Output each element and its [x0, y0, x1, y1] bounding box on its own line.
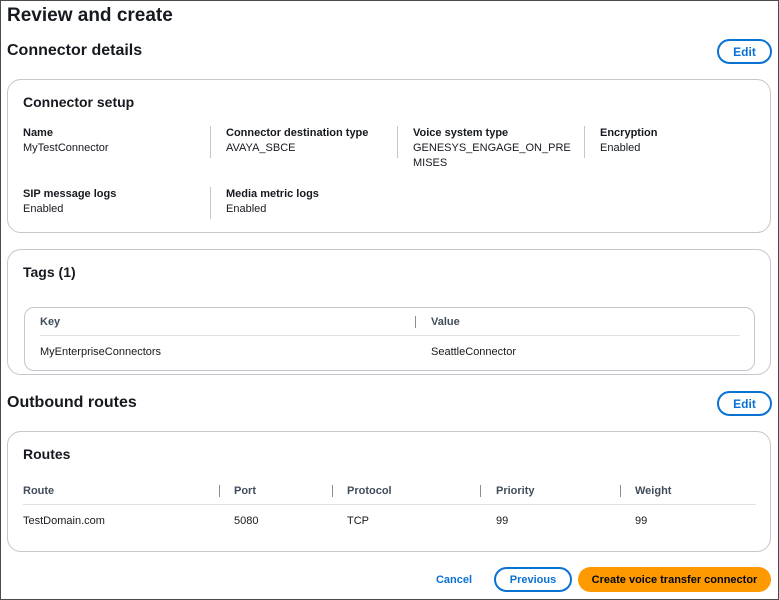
- routes-column-port: Port: [234, 485, 256, 497]
- column-separator: [620, 485, 621, 497]
- field-destination-type-label: Connector destination type: [226, 127, 369, 139]
- field-voice-system-type-label: Voice system type: [413, 127, 509, 139]
- field-media-metric-logs-label: Media metric logs: [226, 188, 319, 200]
- column-divider: [210, 187, 211, 219]
- column-divider: [397, 126, 398, 158]
- routes-card: Routes Route Port Protocol Priority Weig…: [7, 431, 771, 552]
- tags-column-value: Value: [431, 316, 460, 328]
- tag-key-cell: MyEnterpriseConnectors: [40, 346, 162, 358]
- page-title: Review and create: [7, 5, 173, 26]
- field-sip-message-logs-label: SIP message logs: [23, 188, 117, 200]
- table-header-divider: [40, 335, 740, 336]
- field-encryption-label: Encryption: [600, 127, 658, 139]
- routes-column-protocol: Protocol: [347, 485, 392, 497]
- outbound-routes-edit-button[interactable]: Edit: [717, 391, 772, 416]
- field-sip-message-logs: SIP message logs Enabled: [23, 187, 116, 217]
- column-divider: [584, 126, 585, 158]
- table-header-divider: [23, 504, 756, 505]
- field-destination-type-value: AVAYA_SBCE: [226, 142, 296, 154]
- field-media-metric-logs-value: Enabled: [226, 203, 267, 215]
- outbound-routes-heading: Outbound routes: [7, 394, 137, 411]
- field-voice-system-type-value-line2: MISES: [413, 157, 448, 169]
- route-cell: TestDomain.com: [23, 515, 105, 527]
- port-cell: 5080: [234, 515, 259, 527]
- column-separator: [415, 316, 416, 328]
- connector-setup-card: Connector setup Name MyTestConnector Con…: [7, 79, 771, 233]
- column-separator: [219, 485, 220, 497]
- tag-value-cell: SeattleConnector: [431, 346, 516, 358]
- connector-details-edit-button[interactable]: Edit: [717, 39, 772, 64]
- field-voice-system-type-value-line1: GENESYS_ENGAGE_ON_PRE: [413, 142, 571, 154]
- connector-details-heading: Connector details: [7, 42, 143, 59]
- routes-column-weight: Weight: [635, 485, 672, 497]
- tags-title: Tags (1): [23, 264, 76, 280]
- field-destination-type: Connector destination type AVAYA_SBCE: [226, 126, 368, 156]
- protocol-cell: TCP: [347, 515, 369, 527]
- field-sip-message-logs-value: Enabled: [23, 203, 64, 215]
- routes-title: Routes: [23, 446, 71, 462]
- tags-column-key: Key: [40, 316, 61, 328]
- field-name: Name MyTestConnector: [23, 126, 109, 156]
- field-name-label: Name: [23, 127, 53, 139]
- previous-button[interactable]: Previous: [494, 567, 572, 592]
- connector-setup-title: Connector setup: [23, 94, 135, 110]
- field-voice-system-type: Voice system type GENESYS_ENGAGE_ON_PRE …: [413, 126, 571, 171]
- field-encryption: Encryption Enabled: [600, 126, 657, 156]
- routes-column-route: Route: [23, 485, 55, 497]
- field-encryption-value: Enabled: [600, 142, 641, 154]
- column-separator: [480, 485, 481, 497]
- column-separator: [332, 485, 333, 497]
- routes-column-priority: Priority: [496, 485, 535, 497]
- cancel-button[interactable]: Cancel: [426, 567, 482, 592]
- priority-cell: 99: [496, 515, 509, 527]
- weight-cell: 99: [635, 515, 648, 527]
- tags-card: Tags (1) Key Value MyEnterpriseConnector…: [7, 249, 771, 375]
- create-connector-button[interactable]: Create voice transfer connector: [578, 567, 771, 592]
- tags-table: Key Value MyEnterpriseConnectors Seattle…: [24, 307, 755, 371]
- field-media-metric-logs: Media metric logs Enabled: [226, 187, 319, 217]
- field-name-value: MyTestConnector: [23, 142, 109, 154]
- column-divider: [210, 126, 211, 158]
